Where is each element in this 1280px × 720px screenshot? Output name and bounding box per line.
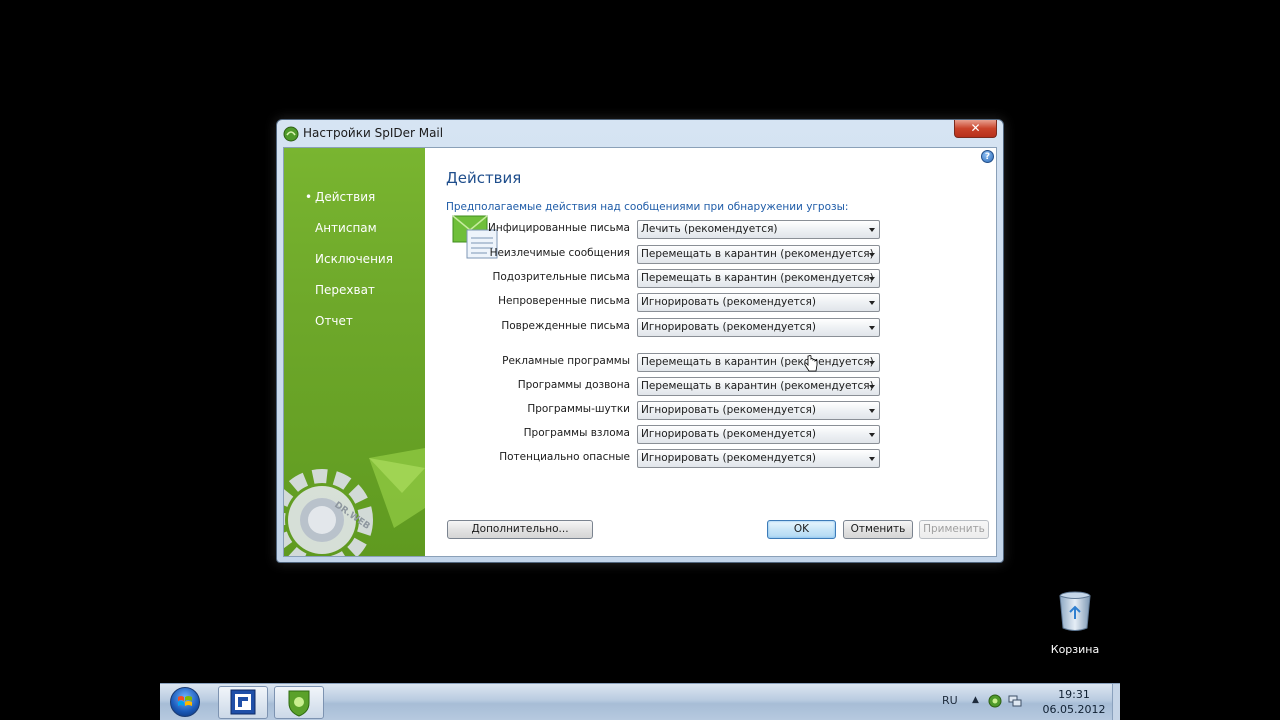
- action-dropdown[interactable]: Игнорировать (рекомендуется): [637, 293, 880, 312]
- dropdown-value: Лечить (рекомендуется): [641, 223, 778, 235]
- action-row: Неизлечимые сообщения Перемещать в каран…: [425, 245, 885, 264]
- taskbar: RU ▲ 19:31 06.05.2012: [160, 683, 1120, 720]
- cancel-button[interactable]: Отменить: [843, 520, 913, 539]
- drweb-gear-logo: DR.WEB: [284, 448, 425, 556]
- dropdown-value: Перемещать в карантин (рекомендуется): [641, 380, 874, 392]
- action-dropdown[interactable]: Игнорировать (рекомендуется): [637, 425, 880, 444]
- dropdown-value: Игнорировать (рекомендуется): [641, 404, 816, 416]
- settings-window: Настройки SpIDer Mail ✕ Действия Антиспа…: [276, 119, 1004, 563]
- system-tray: RU ▲ 19:31 06.05.2012: [930, 684, 1120, 720]
- chevron-down-icon: [869, 301, 875, 305]
- ok-button[interactable]: OK: [767, 520, 836, 539]
- sidebar-item-exclusions[interactable]: Исключения: [284, 248, 425, 270]
- clock-time: 19:31: [1058, 688, 1090, 701]
- sidebar-item-report[interactable]: Отчет: [284, 310, 425, 332]
- title-bar[interactable]: Настройки SpIDer Mail ✕: [277, 120, 1003, 146]
- action-row: Потенциально опасные Игнорировать (реком…: [425, 449, 885, 468]
- action-dropdown[interactable]: Перемещать в карантин (рекомендуется): [637, 353, 880, 372]
- recycle-bin[interactable]: Корзина: [1046, 590, 1104, 656]
- action-dropdown[interactable]: Игнорировать (рекомендуется): [637, 318, 880, 337]
- language-indicator[interactable]: RU: [942, 694, 958, 707]
- spider-mail-icon: [283, 126, 299, 142]
- taskbar-app-drweb[interactable]: [274, 686, 324, 719]
- remote-app-icon: [230, 689, 256, 715]
- action-row: Программы дозвона Перемещать в карантин …: [425, 377, 885, 396]
- action-dropdown[interactable]: Перемещать в карантин (рекомендуется): [637, 269, 880, 288]
- advanced-button[interactable]: Дополнительно...: [447, 520, 593, 539]
- row-label: Поврежденные письма: [501, 320, 630, 332]
- main-panel: ? Действия Предполагаемые действия над с…: [425, 148, 996, 556]
- action-row: Поврежденные письма Игнорировать (рекоме…: [425, 318, 885, 337]
- dropdown-value: Игнорировать (рекомендуется): [641, 428, 816, 440]
- chevron-down-icon: [869, 361, 875, 365]
- chevron-down-icon: [869, 409, 875, 413]
- sidebar: Действия Антиспам Исключения Перехват От…: [284, 148, 425, 556]
- action-dropdown[interactable]: Игнорировать (рекомендуется): [637, 401, 880, 420]
- chevron-down-icon: [869, 277, 875, 281]
- chevron-down-icon: [869, 228, 875, 232]
- dropdown-value: Перемещать в карантин (рекомендуется): [641, 356, 874, 368]
- action-row: Инфицированные письма Лечить (рекомендуе…: [425, 220, 885, 239]
- row-label: Программы-шутки: [527, 403, 630, 415]
- clock[interactable]: 19:31 06.05.2012: [1042, 687, 1106, 717]
- sidebar-item-actions[interactable]: Действия: [284, 186, 425, 208]
- page-title: Действия: [446, 169, 522, 187]
- tray-expand-icon[interactable]: ▲: [972, 695, 979, 705]
- dropdown-value: Перемещать в карантин (рекомендуется): [641, 248, 874, 260]
- desktop: Корзина Настройки SpIDer Mail ✕ Действия…: [0, 0, 1280, 720]
- show-desktop-button[interactable]: [1112, 684, 1120, 720]
- dropdown-value: Перемещать в карантин (рекомендуется): [641, 272, 874, 284]
- row-label: Инфицированные письма: [487, 222, 630, 234]
- close-button[interactable]: ✕: [954, 120, 997, 138]
- action-row: Программы взлома Игнорировать (рекоменду…: [425, 425, 885, 444]
- row-label: Программы дозвона: [517, 379, 630, 391]
- row-label: Рекламные программы: [502, 355, 630, 367]
- sidebar-item-antispam[interactable]: Антиспам: [284, 217, 425, 239]
- row-label: Подозрительные письма: [492, 271, 630, 283]
- sidebar-item-interception[interactable]: Перехват: [284, 279, 425, 301]
- dropdown-value: Игнорировать (рекомендуется): [641, 321, 816, 333]
- taskbar-app-remote[interactable]: [218, 686, 268, 719]
- chevron-down-icon: [869, 253, 875, 257]
- clock-date: 06.05.2012: [1042, 703, 1106, 716]
- window-client: Действия Антиспам Исключения Перехват От…: [283, 147, 997, 557]
- action-dropdown[interactable]: Перемещать в карантин (рекомендуется): [637, 245, 880, 264]
- network-icon[interactable]: [1008, 694, 1022, 708]
- windows-logo-icon: [178, 696, 192, 706]
- chevron-down-icon: [869, 433, 875, 437]
- action-dropdown[interactable]: Лечить (рекомендуется): [637, 220, 880, 239]
- row-label: Непроверенные письма: [498, 295, 630, 307]
- action-dropdown[interactable]: Перемещать в карантин (рекомендуется): [637, 377, 880, 396]
- window-title: Настройки SpIDer Mail: [303, 126, 444, 140]
- chevron-down-icon: [869, 457, 875, 461]
- dropdown-value: Игнорировать (рекомендуется): [641, 296, 816, 308]
- chevron-down-icon: [869, 326, 875, 330]
- drweb-tray-icon[interactable]: [988, 694, 1002, 708]
- row-label: Потенциально опасные: [499, 451, 630, 463]
- help-icon[interactable]: ?: [981, 150, 994, 163]
- row-label: Программы взлома: [523, 427, 630, 439]
- dropdown-value: Игнорировать (рекомендуется): [641, 452, 816, 464]
- section-subtitle: Предполагаемые действия над сообщениями …: [446, 201, 849, 213]
- action-row: Подозрительные письма Перемещать в каран…: [425, 269, 885, 288]
- chevron-down-icon: [869, 385, 875, 389]
- action-row: Программы-шутки Игнорировать (рекомендуе…: [425, 401, 885, 420]
- recycle-bin-label: Корзина: [1050, 643, 1100, 656]
- start-button[interactable]: [164, 684, 204, 720]
- drweb-spider-icon: [288, 690, 310, 717]
- action-dropdown[interactable]: Игнорировать (рекомендуется): [637, 449, 880, 468]
- action-row: Непроверенные письма Игнорировать (реком…: [425, 293, 885, 312]
- recycle-bin-icon: [1059, 591, 1091, 631]
- row-label: Неизлечимые сообщения: [489, 247, 630, 259]
- apply-button[interactable]: Применить: [919, 520, 989, 539]
- hand-cursor-icon: [804, 355, 818, 372]
